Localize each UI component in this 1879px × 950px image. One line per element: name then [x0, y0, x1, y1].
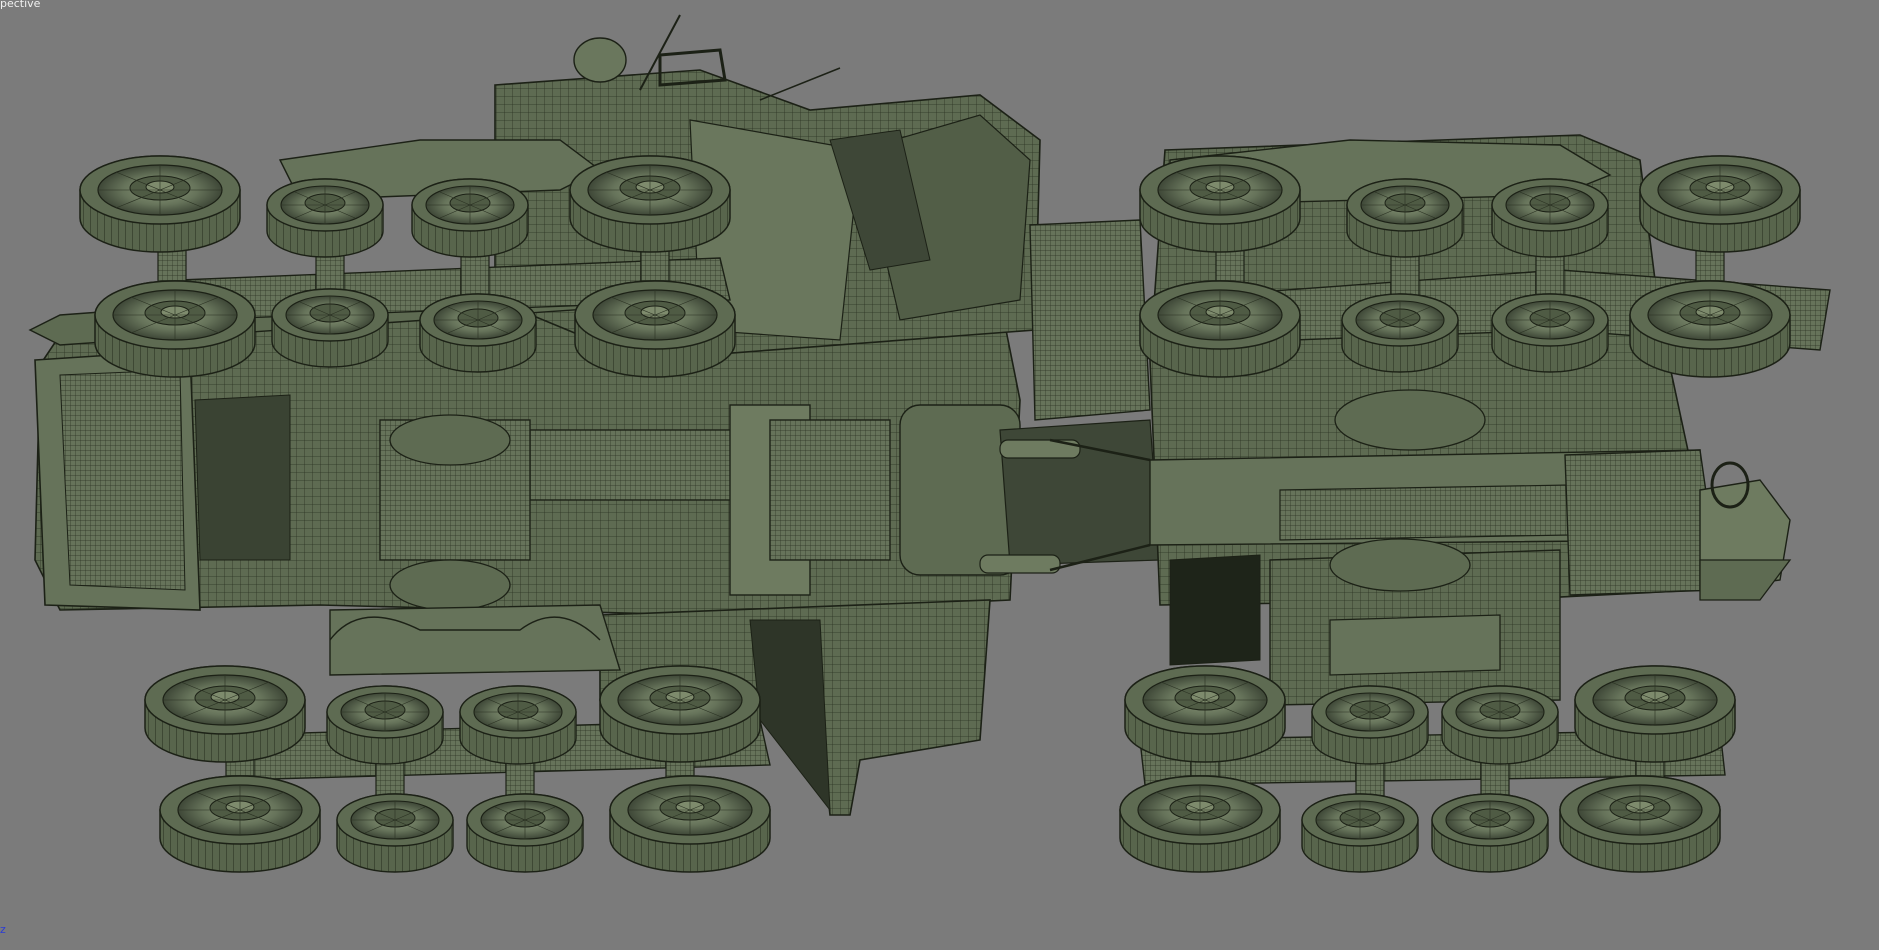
axis-gizmo-z: z	[0, 923, 6, 936]
3d-viewport[interactable]: pective z	[0, 0, 1879, 950]
wireframe-truck-model	[28, 14, 1831, 873]
